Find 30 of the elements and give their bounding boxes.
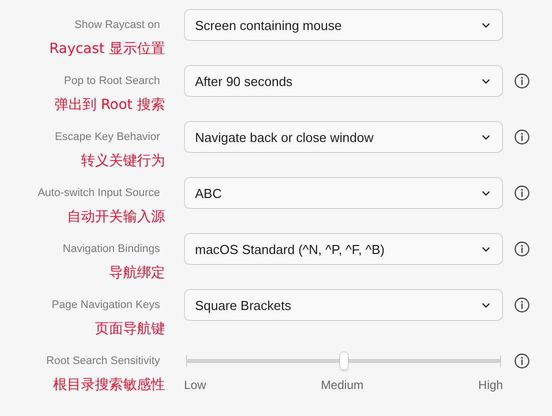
slider-tick-label: Medium bbox=[320, 377, 364, 393]
chevron-down-icon bbox=[482, 22, 490, 28]
dropdown[interactable]: After 90 seconds bbox=[184, 65, 503, 97]
setting-label: Auto-switch Input Source bbox=[38, 187, 160, 199]
slider-tick-label: Low bbox=[184, 377, 206, 393]
dropdown[interactable]: macOS Standard (^N, ^P, ^F, ^B) bbox=[184, 233, 503, 265]
annotation-text: 转义关键行为 bbox=[81, 153, 165, 169]
annotation-text: 弹出到 Root 搜索 bbox=[54, 97, 165, 113]
setting-label: Root Search Sensitivity bbox=[46, 355, 160, 367]
slider-tick-label: High bbox=[478, 377, 503, 393]
chevron-down-icon bbox=[482, 246, 490, 252]
annotation-text: 导航绑定 bbox=[109, 265, 165, 281]
setting-label: Navigation Bindings bbox=[62, 243, 160, 255]
dropdown[interactable]: ABC bbox=[184, 177, 503, 209]
setting-label: Page Navigation Keys bbox=[52, 299, 160, 311]
chevron-down-icon bbox=[482, 302, 490, 308]
setting-label: Show Raycast on bbox=[74, 19, 160, 31]
chevron-down-icon bbox=[482, 190, 490, 196]
setting-label: Pop to Root Search bbox=[64, 75, 160, 87]
dropdown[interactable]: Navigate back or close window bbox=[184, 121, 503, 153]
annotation-text: Raycast 显示位置 bbox=[49, 41, 165, 57]
slider-thumb[interactable] bbox=[340, 352, 348, 370]
setting-label: Escape Key Behavior bbox=[54, 131, 160, 143]
annotation-text: 页面导航键 bbox=[95, 321, 165, 337]
chevron-down-icon bbox=[482, 78, 490, 84]
dropdown[interactable]: Screen containing mouse bbox=[184, 9, 503, 41]
chevron-down-icon bbox=[482, 134, 490, 140]
annotation-text: 根目录搜索敏感性 bbox=[53, 377, 165, 393]
annotation-text: 自动开关输入源 bbox=[67, 209, 165, 225]
dropdown[interactable]: Square Brackets bbox=[184, 289, 503, 321]
